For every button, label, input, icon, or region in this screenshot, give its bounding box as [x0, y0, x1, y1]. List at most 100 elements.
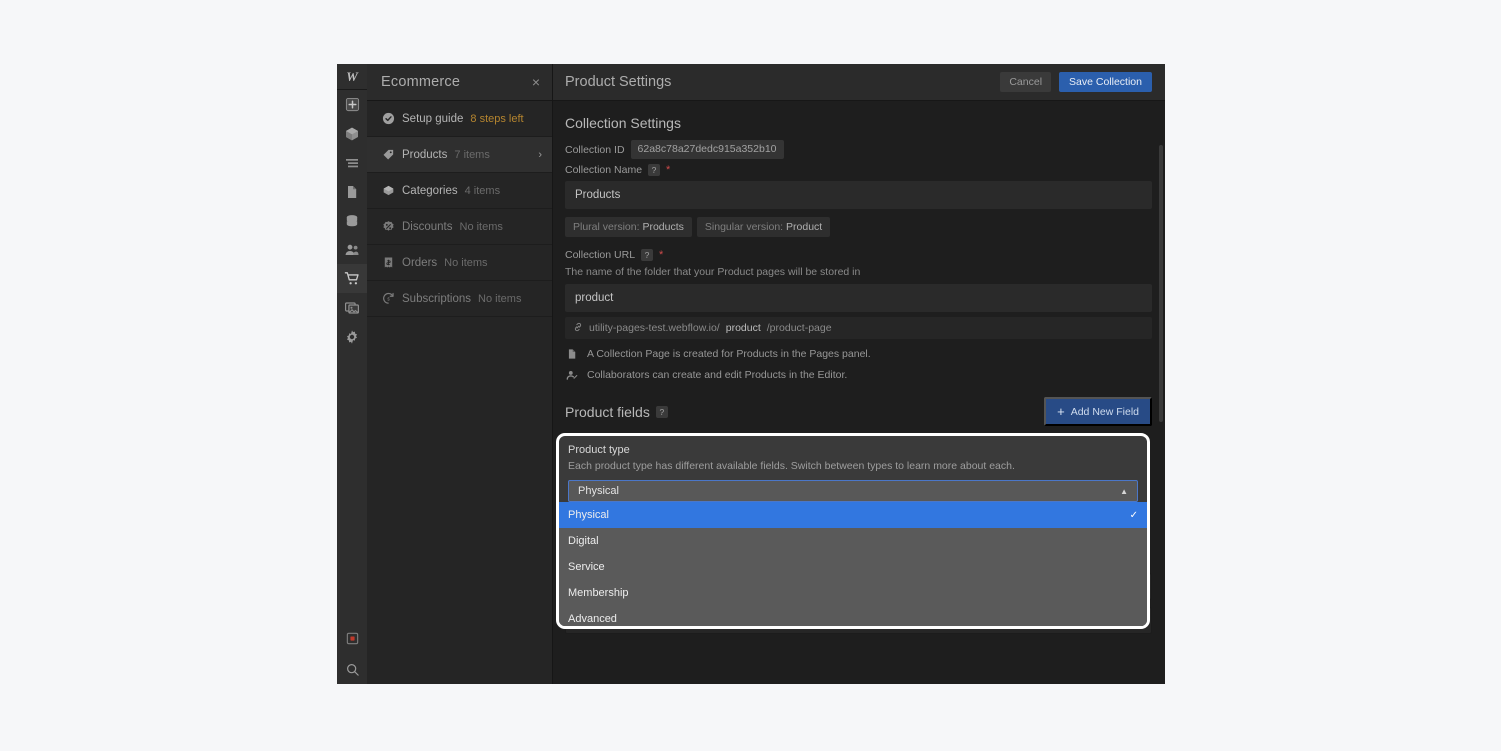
url-preview-prefix: utility-pages-test.webflow.io/ [589, 322, 720, 335]
note-collection-page: A Collection Page is created for Product… [565, 348, 1152, 360]
help-icon[interactable]: ? [641, 249, 654, 262]
chevron-up-icon: ▲ [1120, 486, 1128, 496]
collaborator-icon [565, 369, 578, 381]
sidebar-item-subscriptions[interactable]: $ Subscriptions No items [367, 281, 552, 317]
collection-id-row: Collection ID 62a8c78a27dedc915a352b10 [565, 140, 1152, 160]
sidebar-item-categories[interactable]: Categories 4 items [367, 173, 552, 209]
svg-text:$: $ [387, 297, 390, 302]
url-preview-folder: product [725, 322, 761, 335]
assets-icon[interactable] [337, 293, 367, 322]
option-digital[interactable]: Digital [559, 528, 1147, 554]
left-toolbar: W [337, 64, 367, 684]
singular-version-value: Product [786, 221, 823, 234]
tag-icon [381, 148, 395, 162]
sidebar-item-discounts[interactable]: Discounts No items [367, 209, 552, 245]
option-label: Physical [568, 509, 609, 521]
header-actions: Cancel Save Collection [1000, 71, 1152, 93]
collection-url-input[interactable]: product [565, 284, 1152, 313]
ecommerce-icon[interactable] [337, 264, 367, 293]
add-new-field-button[interactable]: + Add New Field [1044, 397, 1152, 427]
receipt-icon [381, 256, 395, 270]
product-type-description: Each product type has different availabl… [568, 460, 1015, 472]
version-chips: Plural version: Products Singular versio… [565, 217, 1152, 238]
product-fields-title-text: Product fields [565, 403, 650, 420]
sidebar-item-meta: 4 items [464, 184, 501, 197]
sidebar-item-label: Orders [402, 256, 438, 269]
sidebar-item-label: Discounts [402, 220, 453, 233]
product-fields-heading: Product fields ? [565, 404, 668, 420]
required-asterisk: * [659, 248, 664, 261]
option-label: Service [568, 561, 605, 573]
sidebar-item-label: Setup guide [402, 112, 464, 125]
required-asterisk: * [666, 163, 671, 176]
singular-version-chip[interactable]: Singular version: Product [696, 217, 831, 238]
users-icon[interactable] [337, 235, 367, 264]
subscription-icon: $ [381, 292, 395, 306]
sidebar-item-label: Products [402, 148, 448, 161]
cms-icon[interactable] [337, 206, 367, 235]
ecommerce-panel: Ecommerce × Setup guide 8 steps left Pro… [367, 64, 553, 684]
note-collection-page-text: A Collection Page is created for Product… [587, 348, 871, 361]
product-type-selected-value: Physical [578, 485, 619, 497]
collection-url-label-row: Collection URL ? * [565, 248, 1152, 262]
settings-icon[interactable] [337, 322, 367, 351]
check-circle-icon [381, 112, 395, 126]
link-icon [573, 322, 583, 335]
components-icon[interactable] [337, 119, 367, 148]
option-membership[interactable]: Membership [559, 580, 1147, 606]
sidebar-item-meta: No items [444, 256, 488, 269]
navigator-icon[interactable] [337, 148, 367, 177]
sidebar-item-label: Subscriptions [402, 292, 472, 305]
help-icon[interactable]: ? [648, 164, 661, 177]
check-icon: ✓ [1129, 509, 1138, 521]
cancel-button[interactable]: Cancel [1000, 71, 1052, 93]
collection-url-label: Collection URL [565, 249, 636, 262]
save-collection-button[interactable]: Save Collection [1059, 71, 1152, 93]
product-type-select[interactable]: Physical ▲ [568, 480, 1138, 502]
sidebar-item-meta: 8 steps left [470, 112, 524, 125]
collection-name-input[interactable]: Products [565, 181, 1152, 210]
plural-version-value: Products [642, 221, 684, 234]
option-label: Membership [568, 587, 629, 599]
help-icon[interactable]: ? [655, 405, 668, 418]
collection-name-label-row: Collection Name ? * [565, 163, 1152, 177]
collection-id-label: Collection ID [565, 143, 625, 156]
discount-icon [381, 220, 395, 234]
sidebar-item-orders[interactable]: Orders No items [367, 245, 552, 281]
option-label: Digital [568, 535, 599, 547]
option-service[interactable]: Service [559, 554, 1147, 580]
plural-version-label: Plural version: [573, 221, 640, 234]
page-icon [565, 348, 578, 360]
scrollbar-thumb[interactable] [1159, 145, 1163, 422]
singular-version-label: Singular version: [704, 221, 784, 234]
collection-id-value[interactable]: 62a8c78a27dedc915a352b10 [630, 140, 784, 160]
note-collaborators: Collaborators can create and edit Produc… [565, 369, 1152, 381]
plus-icon: + [1057, 404, 1065, 420]
sidebar-item-label: Categories [402, 184, 458, 197]
webflow-designer-window: W Ecommerce × Setup guide 8 steps left P… [337, 64, 1165, 684]
product-settings-header: Product Settings Cancel Save Collection [553, 64, 1165, 101]
sidebar-item-meta: No items [478, 292, 522, 305]
add-new-field-label: Add New Field [1070, 405, 1139, 418]
search-icon[interactable] [337, 655, 367, 684]
chevron-right-icon: › [538, 148, 542, 161]
sidebar-item-setup-guide[interactable]: Setup guide 8 steps left [367, 101, 552, 137]
option-physical[interactable]: Physical ✓ [559, 502, 1147, 528]
sidebar-item-products[interactable]: Products 7 items › [367, 137, 552, 173]
page-title: Product Settings [565, 74, 672, 90]
collection-name-label: Collection Name [565, 164, 643, 177]
ecommerce-panel-header: Ecommerce × [367, 64, 552, 101]
url-preview[interactable]: utility-pages-test.webflow.io/product/pr… [565, 317, 1152, 340]
add-elements-icon[interactable] [337, 90, 367, 119]
collection-settings-heading: Collection Settings [565, 115, 681, 131]
sidebar-item-meta: No items [459, 220, 503, 233]
pages-icon[interactable] [337, 177, 367, 206]
panel-title: Ecommerce [381, 74, 461, 90]
plural-version-chip[interactable]: Plural version: Products [565, 217, 692, 238]
option-label: Advanced [568, 613, 617, 625]
video-icon[interactable] [337, 626, 367, 655]
category-icon [381, 184, 395, 198]
option-advanced[interactable]: Advanced [559, 606, 1147, 626]
webflow-logo[interactable]: W [337, 64, 367, 90]
close-icon[interactable]: × [532, 75, 540, 89]
